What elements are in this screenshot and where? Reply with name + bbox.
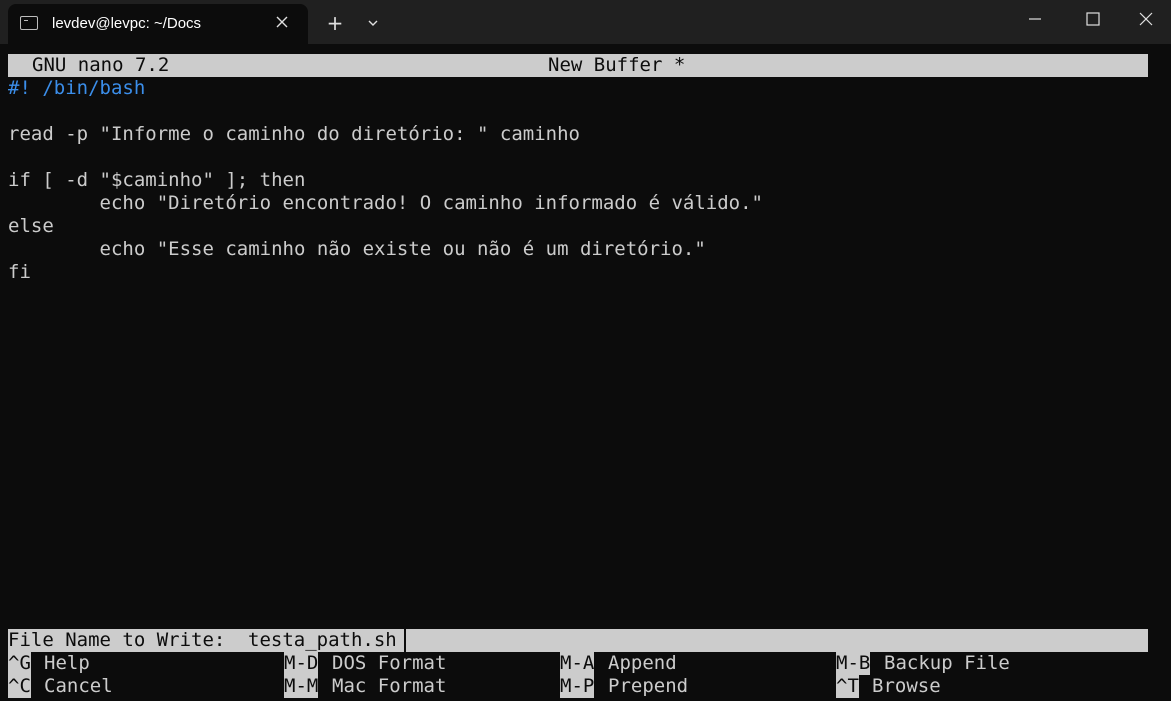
tab-close-icon[interactable] <box>271 12 293 34</box>
shortcut-prepend[interactable]: M-P Prepend <box>560 675 688 698</box>
code-line: echo "Diretório encontrado! O caminho in… <box>8 192 763 214</box>
shortcut-label: DOS Format <box>332 652 447 674</box>
shortcut-label: Prepend <box>608 675 689 697</box>
chevron-down-icon[interactable] <box>360 10 386 36</box>
shortcut-key: M-M <box>284 675 319 698</box>
minimize-icon[interactable] <box>1006 0 1064 38</box>
code-line: if [ -d "$caminho" ]; then <box>8 169 306 191</box>
nano-header: GNU nano 7.2 New Buffer * <box>8 54 1148 77</box>
close-icon[interactable] <box>1121 0 1171 38</box>
shortcut-label: Mac Format <box>332 675 447 697</box>
code-line: echo "Esse caminho não existe ou não é u… <box>8 238 706 260</box>
shortcut-label: Append <box>608 652 677 674</box>
shortcut-key: M-A <box>560 652 595 675</box>
filename-prompt[interactable]: File Name to Write: testa_path.sh <box>8 629 1148 652</box>
nano-version: GNU nano 7.2 <box>32 54 170 76</box>
text-cursor <box>404 629 406 652</box>
shortcut-key: ^G <box>8 652 31 675</box>
shortcut-label: Help <box>44 652 90 674</box>
shortcut-dos-format[interactable]: M-D DOS Format <box>284 652 446 675</box>
maximize-icon[interactable] <box>1064 0 1122 38</box>
terminal-window: levdev@levpc: ~/Docs + GNU nano 7.2 New … <box>0 0 1171 701</box>
terminal-icon <box>20 16 38 30</box>
new-tab-button[interactable]: + <box>322 10 348 36</box>
shortcut-key: ^C <box>8 675 31 698</box>
tab-title: levdev@levpc: ~/Docs <box>52 15 202 32</box>
filename-input[interactable]: testa_path.sh <box>248 629 397 652</box>
shortcut-label: Browse <box>872 675 941 697</box>
shortcut-label: Backup File <box>884 652 1010 674</box>
shortcut-key: M-D <box>284 652 319 675</box>
shortcut-key: M-P <box>560 675 595 698</box>
shortcut-key: M-B <box>836 652 871 675</box>
shortcut-append[interactable]: M-A Append <box>560 652 677 675</box>
prompt-label: File Name to Write: <box>8 629 237 651</box>
shortcut-mac-format[interactable]: M-M Mac Format <box>284 675 446 698</box>
code-line: read -p "Informe o caminho do diretório:… <box>8 123 580 145</box>
shortcut-label: Cancel <box>44 675 113 697</box>
tab-terminal[interactable]: levdev@levpc: ~/Docs <box>8 4 308 44</box>
title-bar: levdev@levpc: ~/Docs + <box>0 0 1171 44</box>
code-line: fi <box>8 261 31 283</box>
shortcut-browse[interactable]: ^T Browse <box>836 675 941 698</box>
shortcut-cancel[interactable]: ^C Cancel <box>8 675 113 698</box>
shortcut-key: ^T <box>836 675 859 698</box>
buffer-name: New Buffer * <box>548 54 686 76</box>
code-line: #! /bin/bash <box>8 77 146 99</box>
shortcut-help[interactable]: ^G Help <box>8 652 90 675</box>
code-line: else <box>8 215 54 237</box>
shortcut-backup-file[interactable]: M-B Backup File <box>836 652 1010 675</box>
